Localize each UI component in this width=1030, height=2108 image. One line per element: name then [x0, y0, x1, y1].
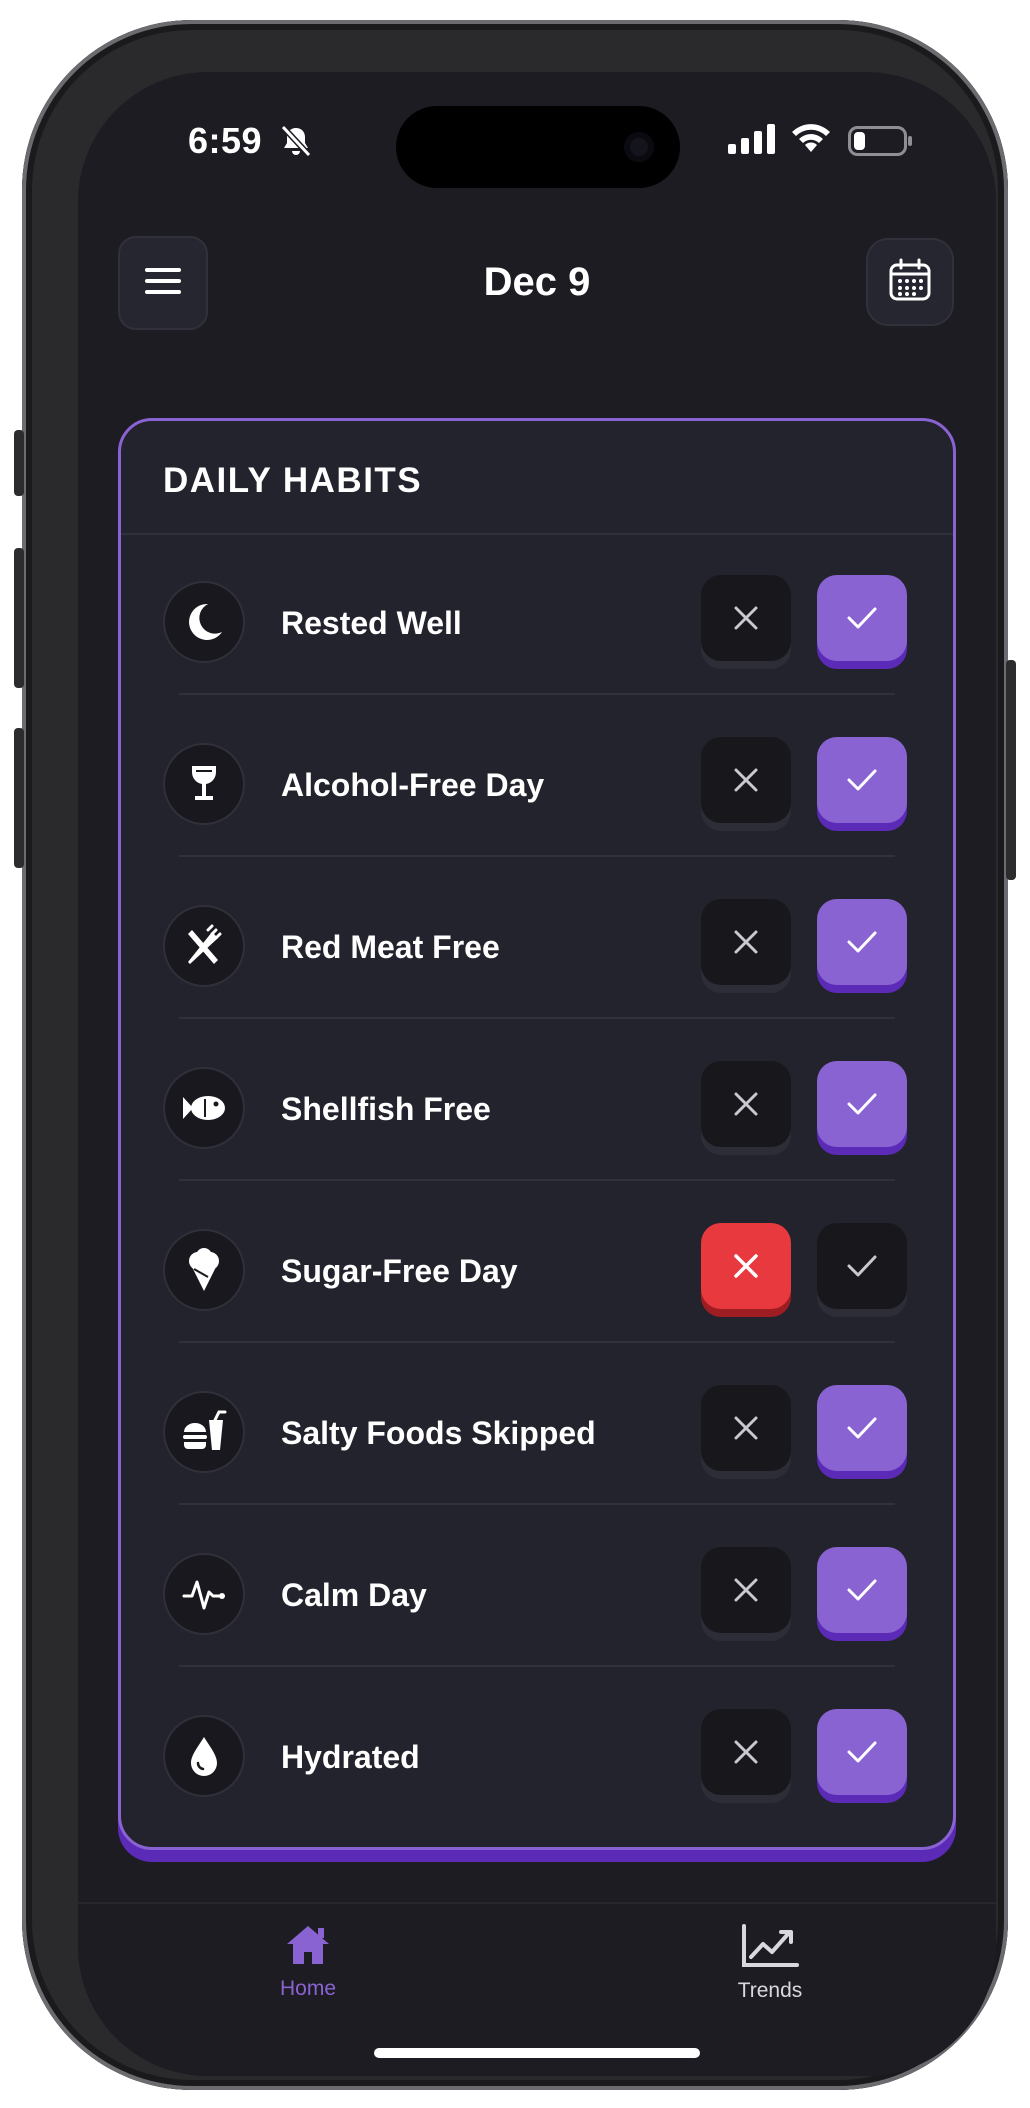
habit-row: Hydrated: [121, 1667, 953, 1829]
app-screen: 6:59 Dec 9 DAILY HABITS Rested Well Alco…: [78, 72, 996, 2076]
close-icon: [734, 1578, 758, 1602]
power-button: [1006, 660, 1016, 880]
check-icon: [847, 769, 877, 791]
bell-slash-icon: [280, 124, 312, 163]
mark-yes-button[interactable]: [817, 575, 907, 661]
heartbeat-icon: [163, 1553, 245, 1635]
mark-yes-button[interactable]: [817, 1223, 907, 1309]
mark-yes-button[interactable]: [817, 1061, 907, 1147]
habit-label: Salty Foods Skipped: [281, 1415, 596, 1451]
habit-row: Alcohol-Free Day: [121, 695, 953, 857]
close-icon: [734, 768, 758, 792]
ice-cream-icon: [163, 1229, 245, 1311]
volume-down-button: [14, 728, 24, 868]
tab-label: Trends: [737, 1979, 803, 2002]
check-icon: [847, 1579, 877, 1601]
mark-yes-button[interactable]: [817, 899, 907, 985]
utensils-icon: [163, 905, 245, 987]
habit-label: Hydrated: [281, 1739, 420, 1775]
mark-no-button[interactable]: [701, 737, 791, 823]
mark-yes-button[interactable]: [817, 1385, 907, 1471]
daily-habits-card: DAILY HABITS Rested Well Alcohol-Free Da…: [118, 418, 956, 1850]
close-icon: [734, 930, 758, 954]
habit-label: Shellfish Free: [281, 1091, 491, 1127]
habit-label: Red Meat Free: [281, 929, 500, 965]
mark-yes-button[interactable]: [817, 737, 907, 823]
check-icon: [847, 1741, 877, 1763]
fish-icon: [163, 1067, 245, 1149]
home-indicator[interactable]: [374, 2048, 700, 2058]
mark-no-button[interactable]: [701, 1709, 791, 1795]
habit-row: Rested Well: [121, 533, 953, 695]
close-icon: [734, 1416, 758, 1440]
wine-glass-icon: [163, 743, 245, 825]
page-title: Dec 9: [483, 260, 591, 304]
mark-no-button[interactable]: [701, 1547, 791, 1633]
tab-home[interactable]: Home: [228, 1924, 388, 2001]
dynamic-island: [396, 106, 680, 188]
front-camera: [624, 132, 654, 162]
habit-label: Sugar-Free Day: [281, 1253, 518, 1289]
habit-label: Calm Day: [281, 1577, 427, 1613]
check-icon: [847, 1417, 877, 1439]
close-icon: [734, 1254, 758, 1278]
check-icon: [847, 1093, 877, 1115]
close-icon: [734, 1740, 758, 1764]
mark-no-button[interactable]: [701, 1223, 791, 1309]
action-button: [14, 430, 24, 496]
tab-label: Home: [279, 1977, 337, 2000]
close-icon: [734, 1092, 758, 1116]
burger-soda-icon: [163, 1391, 245, 1473]
home-icon: [285, 1926, 331, 1970]
habit-row: Salty Foods Skipped: [121, 1343, 953, 1505]
habit-label: Alcohol-Free Day: [281, 767, 545, 803]
mark-no-button[interactable]: [701, 575, 791, 661]
check-icon: [847, 931, 877, 953]
calendar-icon: [888, 258, 932, 307]
tab-trends[interactable]: Trends: [690, 1924, 850, 2003]
status-time: 6:59: [188, 120, 263, 161]
chart-line-icon: [741, 1924, 799, 1972]
phone-frame: 6:59 Dec 9 DAILY HABITS Rested Well Alco…: [14, 20, 1016, 2090]
volume-up-button: [14, 548, 24, 688]
habit-label: Rested Well: [281, 605, 462, 641]
mark-yes-button[interactable]: [817, 1709, 907, 1795]
check-icon: [847, 1255, 877, 1277]
habit-row: Sugar-Free Day: [121, 1181, 953, 1343]
calendar-button[interactable]: [866, 238, 954, 326]
habit-row: Shellfish Free: [121, 1019, 953, 1181]
mark-no-button[interactable]: [701, 1061, 791, 1147]
close-icon: [734, 606, 758, 630]
check-icon: [847, 607, 877, 629]
status-bar: 6:59: [78, 72, 996, 212]
cellular-signal-icon: [728, 124, 776, 159]
habit-row: Red Meat Free: [121, 857, 953, 1019]
habit-row: Calm Day: [121, 1505, 953, 1667]
mark-yes-button[interactable]: [817, 1547, 907, 1633]
mark-no-button[interactable]: [701, 1385, 791, 1471]
card-title: DAILY HABITS: [163, 461, 423, 500]
battery-icon: [848, 126, 914, 161]
moon-icon: [163, 581, 245, 663]
water-drop-icon: [163, 1715, 245, 1797]
mark-no-button[interactable]: [701, 899, 791, 985]
wifi-icon: [790, 122, 832, 159]
